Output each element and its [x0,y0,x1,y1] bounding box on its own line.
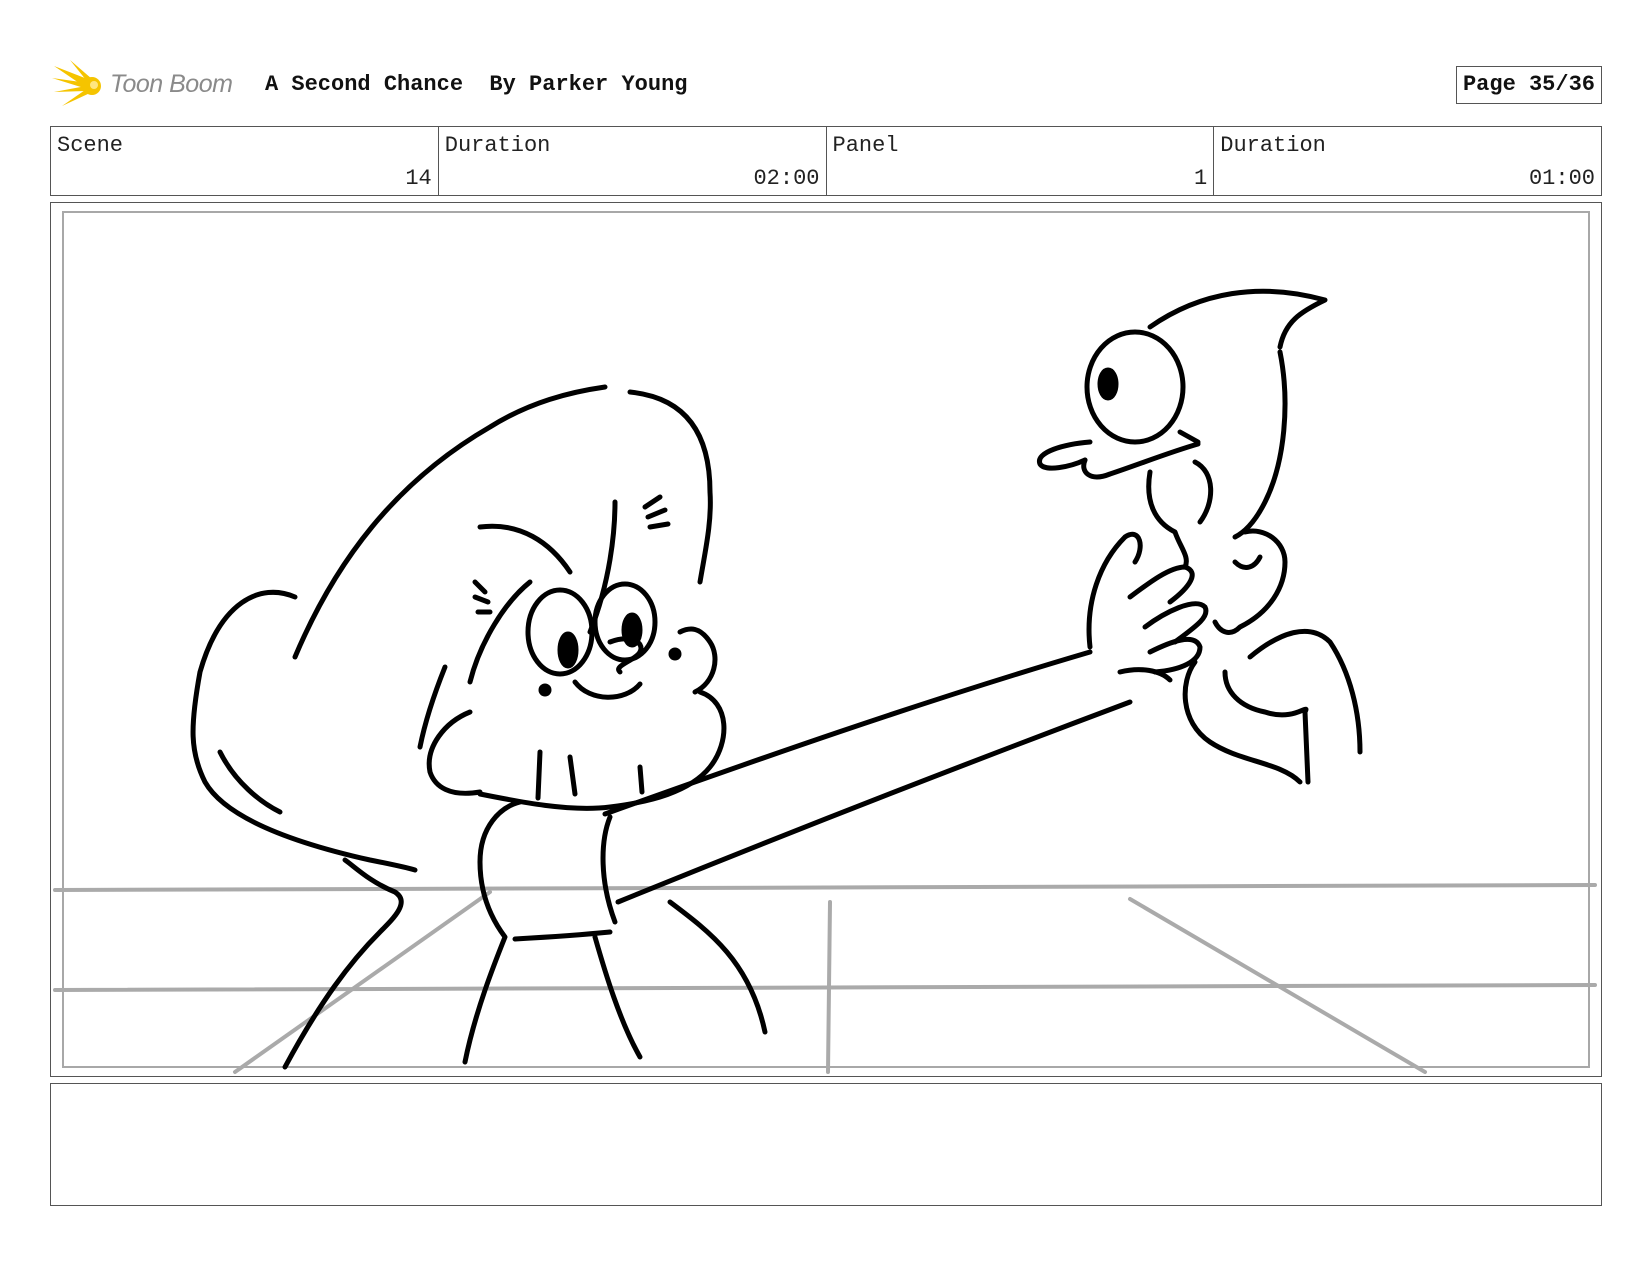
fish-character-sketch [1037,288,1363,785]
project-title: A Second Chance By Parker Young [265,72,688,97]
panel-duration-cell: Duration 01:00 [1214,127,1601,195]
scene-duration-label: Duration [444,133,551,158]
scene-cell: Scene 14 [51,127,439,195]
scene-duration-cell: Duration 02:00 [439,127,827,195]
action-notes-box[interactable] [50,1083,1602,1206]
panel-number: 1 [1194,166,1208,191]
panel-duration-value: 01:00 [1528,166,1595,191]
panel-duration-label: Duration [1220,133,1326,158]
panel-cell: Panel 1 [827,127,1215,195]
storyboard-header: Toon Boom A Second Chance By Parker Youn… [50,56,1602,116]
background-guide-lines [53,883,1597,1074]
page-indicator: Page 35/36 [1455,66,1602,104]
scene-duration-value: 02:00 [753,166,820,191]
girl-character-sketch [190,384,1133,1070]
scene-panel-info-row: Scene 14 Duration 02:00 Panel 1 Duration… [50,126,1602,196]
scene-label: Scene [57,133,124,158]
panel-label: Panel [832,133,899,158]
sunburst-logo-icon [52,60,101,106]
scene-number: 14 [405,166,432,191]
logo-wordmark: Toon Boom [110,70,233,98]
storyboard-sketch [53,288,1597,1074]
toon-boom-logo: Toon Boom [52,58,252,112]
